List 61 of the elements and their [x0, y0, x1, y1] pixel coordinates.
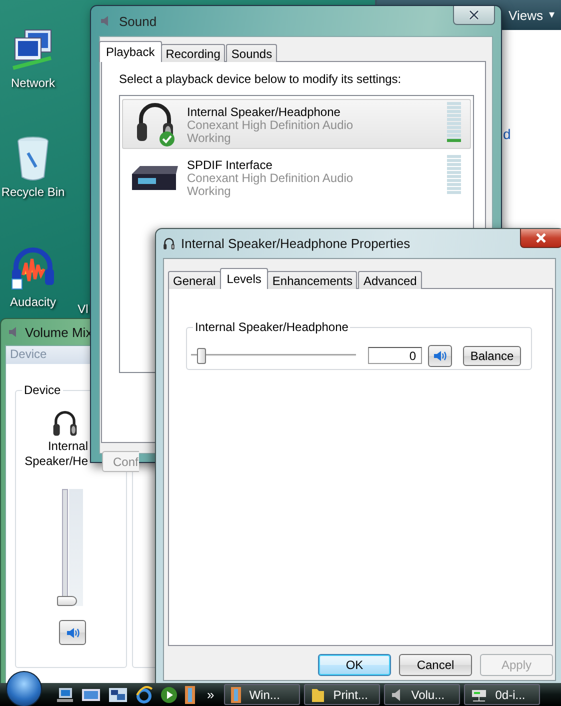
dialog-button[interactable]: OK	[318, 654, 391, 676]
close-button[interactable]	[520, 229, 561, 248]
folder-icon	[311, 686, 326, 702]
close-icon	[535, 233, 547, 243]
link-text[interactable]: d	[503, 126, 511, 142]
tab[interactable]: General	[168, 271, 221, 289]
group-label: Internal Speaker/Headphone	[193, 320, 350, 334]
device-status: Working	[187, 185, 232, 198]
film-icon	[231, 686, 242, 702]
device-driver: Conexant High Definition Audio	[187, 119, 354, 132]
tab[interactable]: Enhancements	[267, 271, 358, 289]
taskbar-button[interactable]: Win...	[224, 684, 300, 705]
level-meter	[447, 155, 461, 195]
speaker-icon	[99, 15, 111, 27]
device-status: Working	[187, 132, 232, 145]
window-title: Internal Speaker/Headphone Properties	[181, 236, 410, 251]
computer-icon[interactable]	[56, 686, 74, 702]
desktop-icon-label[interactable]: Recycle Bin	[1, 185, 65, 199]
mute-button[interactable]	[59, 620, 86, 645]
mute-button[interactable]	[428, 344, 452, 366]
film-icon[interactable]	[185, 686, 195, 704]
device-list-item[interactable]: SPDIF Interface Conexant High Definition Audio Working	[122, 152, 471, 202]
tab[interactable]: Playback	[99, 41, 162, 62]
slider-thumb[interactable]	[197, 348, 206, 364]
desktop-icon-label[interactable]: Vl	[78, 302, 88, 316]
windows-switch-icon[interactable]	[108, 686, 128, 702]
device-name: Internal Speaker/Headphone	[187, 106, 342, 119]
more-button[interactable]: »	[207, 687, 214, 702]
taskbar-button[interactable]: Print...	[304, 684, 380, 705]
recycle-bin-icon[interactable]	[16, 135, 50, 181]
slider-thumb[interactable]	[57, 596, 77, 606]
dialog-button[interactable]: Cancel	[399, 654, 472, 676]
taskbar-button[interactable]: Volu...	[384, 684, 460, 705]
device-name: SPDIF Interface	[187, 159, 274, 172]
device-name: Speaker/He	[24, 454, 88, 469]
views-button[interactable]: Views ▾	[504, 8, 559, 22]
volume-slider[interactable]	[191, 348, 356, 364]
balance-button[interactable]: Balance	[463, 346, 521, 366]
device-name: Internal	[48, 439, 88, 454]
window-title: Sound	[119, 14, 157, 28]
media-player-icon[interactable]	[160, 686, 178, 704]
instruction-text: Select a playback device below to modify its settings:	[119, 72, 402, 86]
speaker-icon	[7, 326, 19, 338]
desktop-icon-label[interactable]: Audacity	[10, 295, 56, 309]
audacity-icon[interactable]	[10, 245, 56, 291]
device-list-item[interactable]: Internal Speaker/Headphone Conexant High Definition Audio Working	[122, 99, 471, 149]
desktop-icon[interactable]	[81, 686, 101, 702]
tab[interactable]: Sounds	[226, 44, 278, 62]
close-button[interactable]	[453, 6, 495, 25]
tab[interactable]: Advanced	[358, 271, 422, 289]
browser-icon[interactable]	[135, 686, 153, 704]
network-drive-icon	[471, 688, 488, 702]
device-driver: Conexant High Definition Audio	[187, 172, 354, 185]
tab[interactable]: Recording	[160, 44, 226, 62]
desktop-icon-label[interactable]: Network	[10, 76, 55, 90]
tab[interactable]: Levels	[220, 268, 268, 289]
group-label: Device	[22, 383, 63, 397]
level-field[interactable]: 0	[368, 347, 422, 364]
taskbar-button[interactable]: 0d-i...	[464, 684, 540, 705]
headphones-icon	[163, 236, 175, 250]
close-icon	[468, 10, 480, 20]
